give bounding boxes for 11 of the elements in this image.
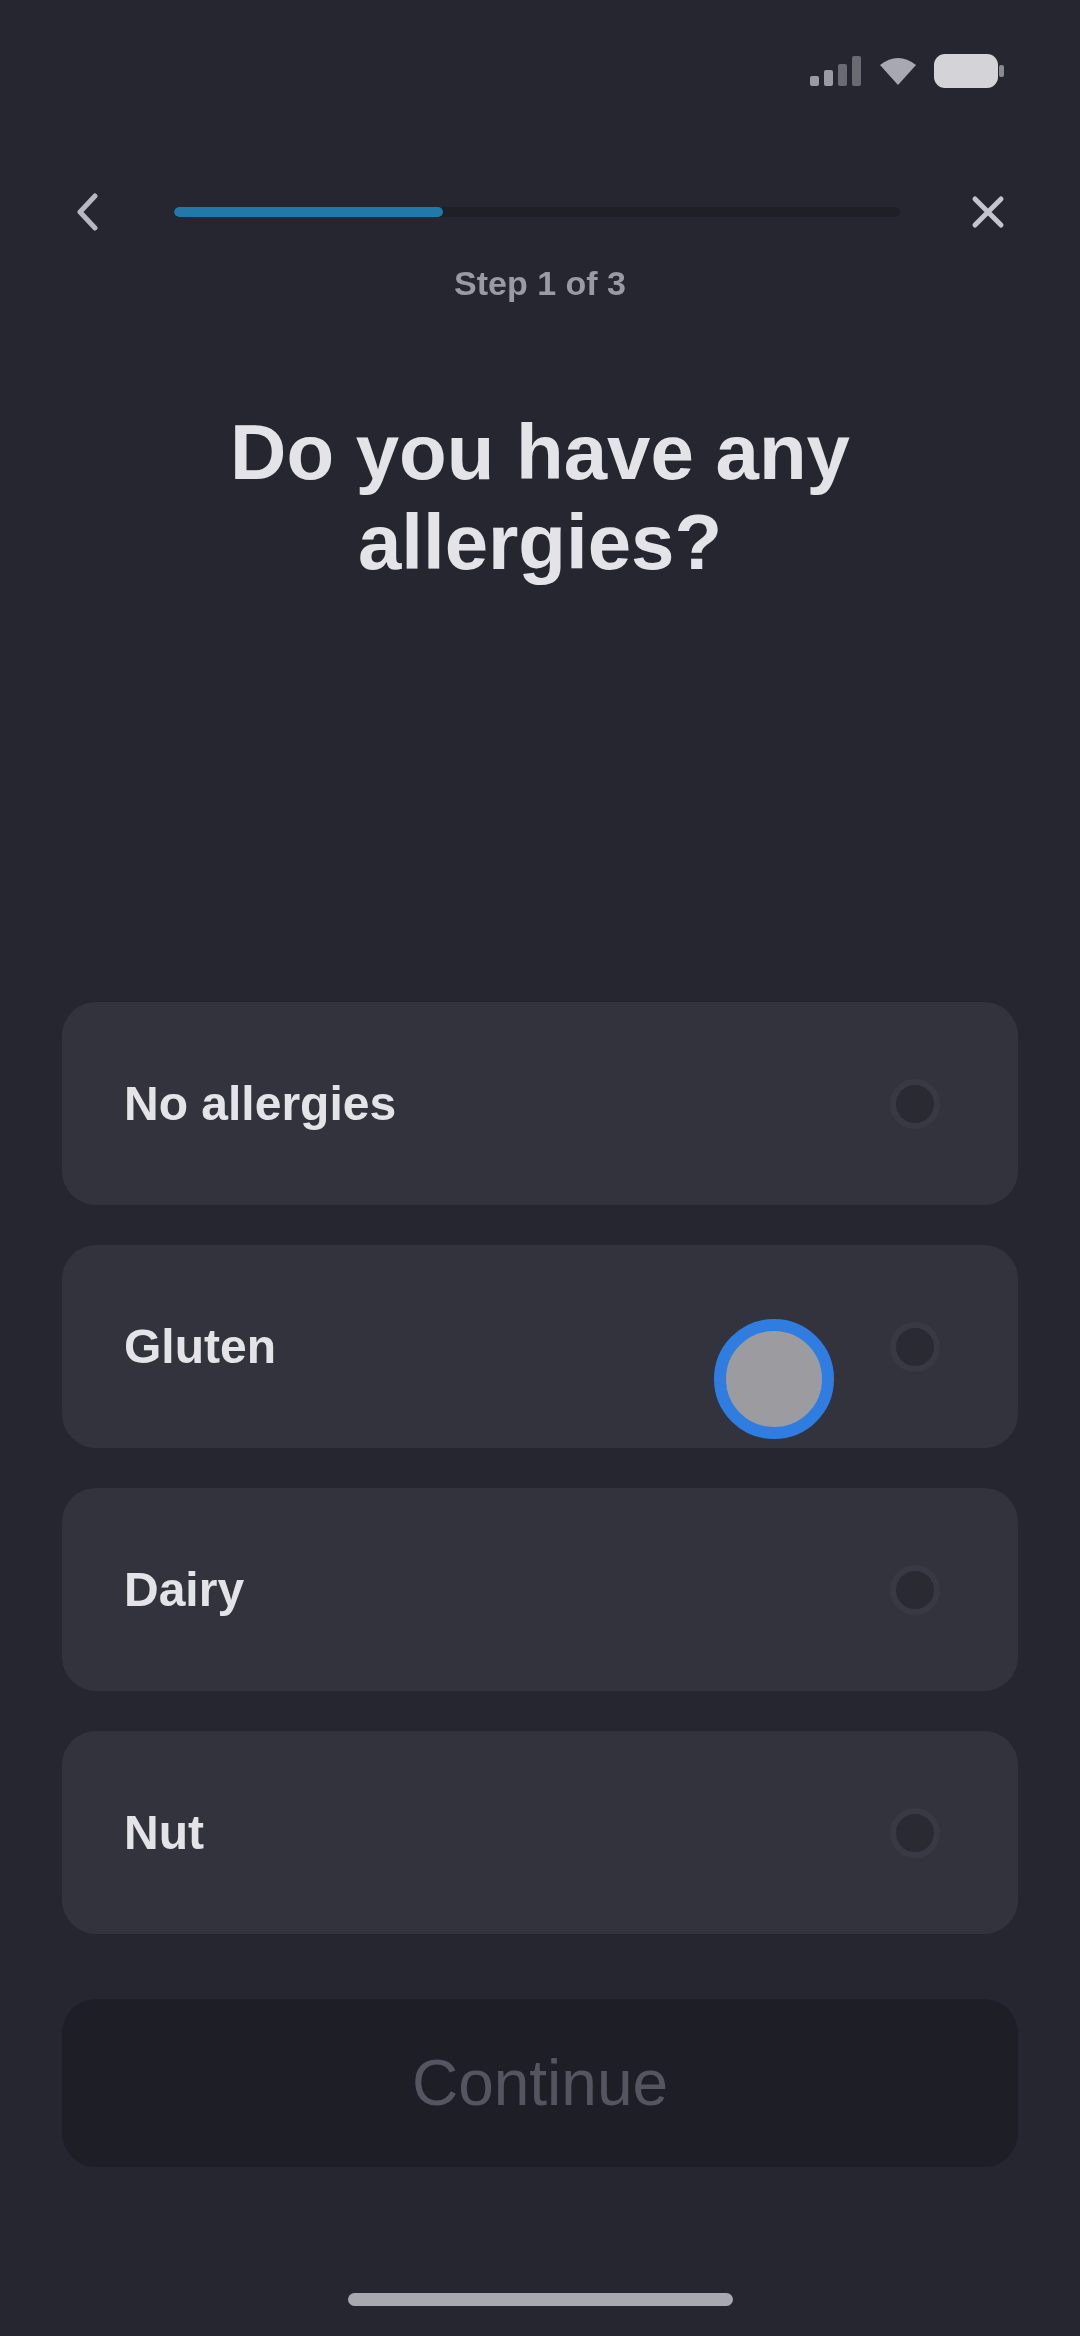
option-card[interactable]: Nut: [62, 1731, 1018, 1934]
battery-icon: [934, 54, 1004, 88]
back-chevron-icon: [76, 193, 98, 231]
signal-icon: [810, 56, 862, 86]
option-card[interactable]: Gluten: [62, 1245, 1018, 1448]
close-icon: [971, 195, 1005, 229]
option-card[interactable]: Dairy: [62, 1488, 1018, 1691]
option-card[interactable]: No allergies: [62, 1002, 1018, 1205]
question-title: Do you have any allergies?: [229, 407, 851, 587]
step-label: Step 1 of 3: [454, 263, 626, 304]
wifi-icon: [880, 57, 916, 85]
